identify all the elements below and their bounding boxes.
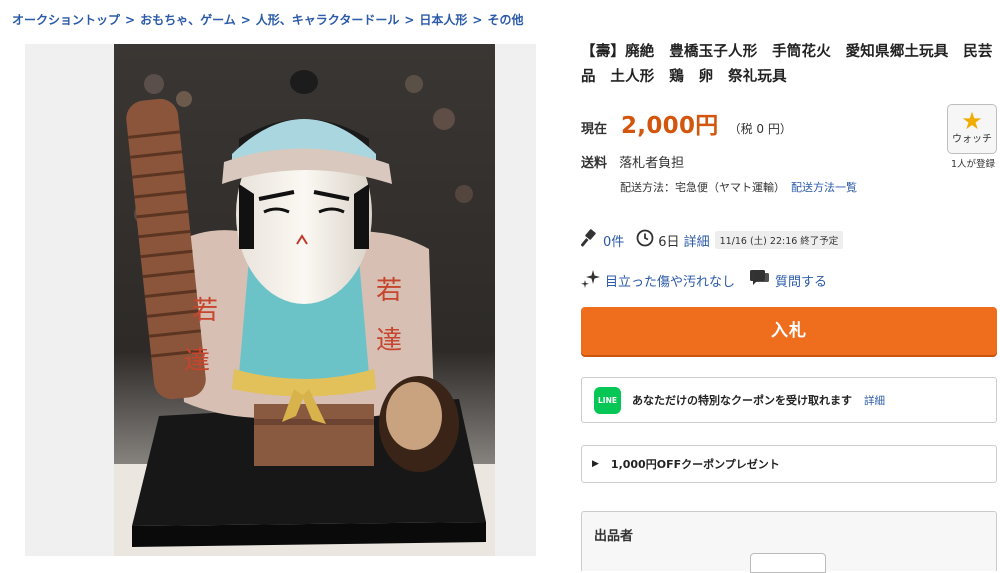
robe-character: 若 bbox=[376, 276, 402, 306]
bid-count[interactable]: 0件 bbox=[603, 231, 624, 250]
item-title: 【壽】廃絶 豊橋玉子人形 手筒花火 愛知県郷土玩具 民芸品 土人形 鶏 卵 祭礼… bbox=[581, 44, 993, 85]
ask-question-link[interactable]: 質問する bbox=[775, 271, 827, 290]
time-detail-link[interactable]: 詳細 bbox=[684, 231, 710, 250]
seller-button[interactable] bbox=[750, 553, 826, 573]
breadcrumb-separator: > bbox=[240, 13, 251, 27]
shipping-method-list-link[interactable]: 配送方法一覧 bbox=[791, 181, 857, 194]
breadcrumb-link-toys-games[interactable]: おもちゃ、ゲーム bbox=[140, 13, 236, 27]
breadcrumb-separator: > bbox=[472, 13, 483, 27]
coupon-accordion[interactable]: ▶ 1,000円OFFクーポンプレゼント bbox=[581, 445, 997, 483]
shipping-row: 送料 落札者負担 bbox=[581, 152, 684, 171]
watch-button[interactable]: ★ ウォッチ bbox=[947, 104, 997, 154]
breadcrumb-separator: > bbox=[404, 13, 415, 27]
chat-bubble-icon bbox=[749, 269, 770, 291]
end-time-badge: 11/16 (土) 22:16 終了予定 bbox=[714, 231, 844, 249]
line-coupon-text: あなただけの特別なクーポンを受け取れます bbox=[632, 394, 852, 407]
breadcrumb-separator: > bbox=[125, 13, 136, 27]
shipping-value: 落札者負担 bbox=[619, 156, 685, 171]
seller-label: 出品者 bbox=[594, 529, 634, 544]
breadcrumb-link-japanese-dolls[interactable]: 日本人形 bbox=[419, 13, 467, 27]
line-coupon-banner[interactable]: LINE あなただけの特別なクーポンを受け取れます 詳細 bbox=[581, 377, 997, 423]
shipping-method: 配送方法：宅急便（ヤマト運輸） 配送方法一覧 bbox=[620, 179, 857, 195]
product-photo[interactable]: 若 達 若 達 bbox=[114, 44, 495, 556]
clock-icon bbox=[636, 229, 654, 251]
watch-label: ウォッチ bbox=[952, 134, 992, 145]
breadcrumb-link-auction-top[interactable]: オークショントップ bbox=[12, 13, 120, 27]
line-logo-icon: LINE bbox=[594, 386, 621, 414]
product-image-panel: 若 達 若 達 bbox=[25, 44, 536, 556]
coupon-text: 1,000円OFFクーポンプレゼント bbox=[610, 458, 780, 471]
condition-row: 目立った傷や汚れなし 質問する bbox=[581, 268, 827, 292]
auction-meta: 0件 6日 詳細 11/16 (土) 22:16 終了予定 bbox=[580, 229, 844, 251]
price-tax: （税 0 円） bbox=[728, 122, 792, 136]
seller-section: 出品者 bbox=[581, 511, 997, 573]
star-icon: ★ bbox=[961, 107, 983, 135]
price-row: 現在 2,000円 （税 0 円） bbox=[581, 106, 792, 140]
robe-character: 達 bbox=[184, 346, 210, 376]
line-coupon-detail-link[interactable]: 詳細 bbox=[864, 393, 885, 408]
robe-character: 若 bbox=[192, 296, 218, 326]
caret-right-icon: ▶ bbox=[592, 459, 599, 469]
time-left: 6日 bbox=[658, 234, 680, 250]
sparkle-icon bbox=[581, 268, 601, 292]
watch-count: 1人が登録 bbox=[950, 159, 996, 170]
shipping-label: 送料 bbox=[581, 156, 608, 171]
price-label: 現在 bbox=[581, 122, 608, 137]
item-info: 【壽】廃絶 豊橋玉子人形 手筒花火 愛知県郷土玩具 民芸品 土人形 鶏 卵 祭礼… bbox=[580, 40, 997, 573]
condition-text[interactable]: 目立った傷や汚れなし bbox=[605, 271, 735, 290]
robe-character: 達 bbox=[376, 326, 402, 356]
bid-button[interactable]: 入札 bbox=[581, 307, 997, 355]
breadcrumb-link-other[interactable]: その他 bbox=[487, 13, 523, 27]
breadcrumb-link-dolls-characters[interactable]: 人形、キャラクタードール bbox=[256, 13, 400, 27]
current-price: 2,000円 bbox=[621, 113, 719, 139]
breadcrumb: オークショントップ > おもちゃ、ゲーム > 人形、キャラクタードール > 日本人形 > その他 bbox=[12, 11, 523, 28]
shipping-method-text: 配送方法：宅急便（ヤマト運輸） bbox=[620, 181, 785, 194]
gavel-icon bbox=[580, 229, 599, 251]
